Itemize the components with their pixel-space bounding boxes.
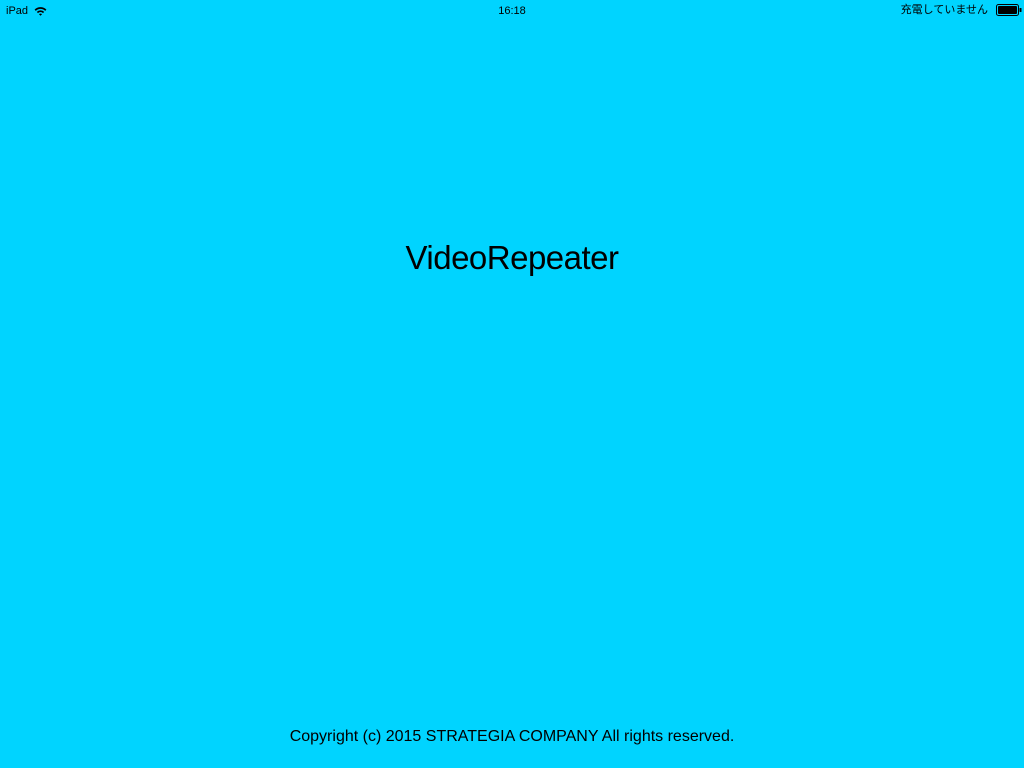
copyright-notice: Copyright (c) 2015 STRATEGIA COMPANY All…	[289, 728, 735, 745]
status-bar-clock: 16:18	[498, 5, 526, 17]
splash-screen: iPad 16:18 充電していません VideoRepeater Copyri…	[0, 0, 1024, 768]
battery-icon	[996, 4, 1022, 16]
charging-status: 充電していません	[900, 4, 988, 16]
app-title: VideoRepeater	[405, 239, 619, 276]
status-bar: iPad 16:18 充電していません	[0, 0, 1024, 22]
status-bar-right: 充電していません	[901, 3, 1022, 17]
